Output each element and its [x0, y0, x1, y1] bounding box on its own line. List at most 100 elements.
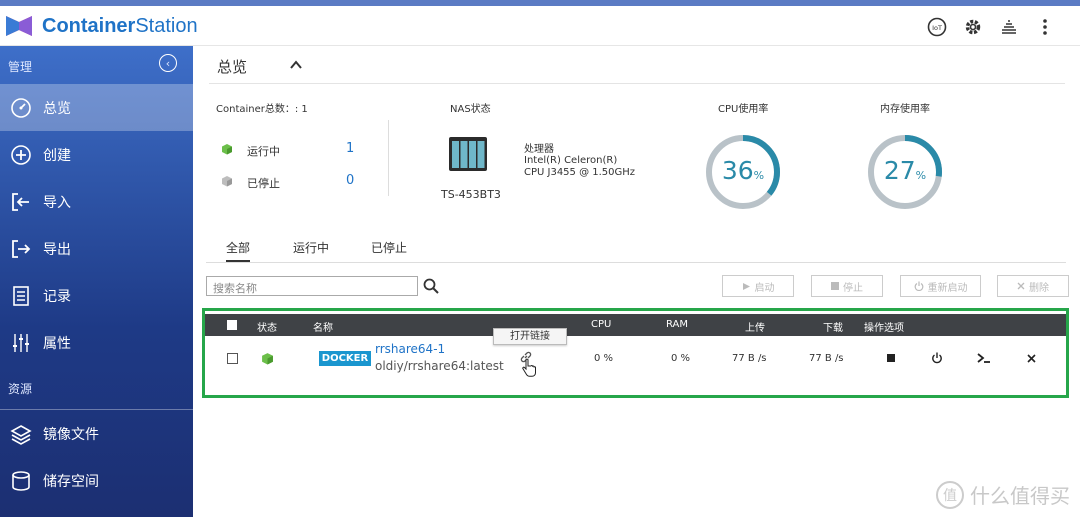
sidebar-item-images[interactable]: 镜像文件: [0, 410, 193, 457]
sidebar-item-label: 镜像文件: [43, 426, 99, 443]
container-table: 状态 名称 CPU RAM 上传 下载 操作选项 DOCKER rrshare6…: [202, 308, 1069, 398]
sidebar-item-overview[interactable]: 总览: [0, 84, 193, 131]
title-row: 总览: [209, 46, 1065, 84]
cpu-usage-gauge: 36%: [703, 132, 783, 212]
watermark-text: 什么值得买: [970, 484, 1070, 508]
processor-label: 处理器: [524, 144, 554, 155]
stop-container-icon[interactable]: [883, 350, 899, 366]
export-icon: [8, 237, 34, 261]
storage-icon: [8, 469, 34, 493]
column-status: 状态: [257, 323, 277, 334]
processor-line1: Intel(R) Celeron(R): [524, 155, 618, 166]
docker-badge: DOCKER: [319, 351, 371, 366]
app-header: ContainerStation IoT: [0, 6, 1080, 46]
nas-device-icon: [449, 137, 487, 171]
sidebar-item-storage[interactable]: 储存空间: [0, 457, 193, 504]
close-icon: [1017, 282, 1025, 290]
delete-button[interactable]: 删除: [997, 275, 1069, 297]
sidebar: 管理 ‹ 总览 创建 导入 导出 记录 属性 资源 镜像文件 储存空间: [0, 46, 193, 517]
processor-line2: CPU J3455 @ 1.50GHz: [524, 167, 636, 178]
stopped-cube-icon: [222, 176, 232, 187]
app-title: ContainerStation: [42, 15, 198, 37]
document-icon: [8, 284, 34, 308]
sidebar-item-properties[interactable]: 属性: [0, 319, 193, 366]
collapse-sidebar-icon[interactable]: ‹: [159, 54, 177, 72]
container-name-link[interactable]: rrshare64-1: [375, 342, 445, 356]
memory-usage-label: 内存使用率: [880, 104, 930, 115]
running-cube-icon: [222, 144, 232, 155]
container-filter-tabs: 全部 运行中 已停止: [206, 239, 1066, 263]
import-icon: [8, 190, 34, 214]
sidebar-section-manage: 管理 ‹: [0, 46, 193, 84]
page-title: 总览: [217, 58, 248, 76]
open-link-tooltip: 打开链接: [493, 328, 567, 345]
search-input[interactable]: 搜索名称: [206, 276, 418, 296]
table-row[interactable]: DOCKER rrshare64-1 oldiy/rrshare64:lates…: [205, 328, 1066, 388]
running-status-icon: [262, 353, 273, 365]
remove-container-icon[interactable]: [1023, 350, 1039, 366]
sidebar-item-logs[interactable]: 记录: [0, 272, 193, 319]
stop-icon: [831, 282, 839, 290]
gear-icon[interactable]: [962, 16, 984, 38]
containerstation-logo-icon: [6, 16, 32, 36]
sidebar-item-create[interactable]: 创建: [0, 131, 193, 178]
column-upload: 上传: [745, 323, 765, 334]
hand-cursor-icon: [522, 358, 536, 377]
watermark: 值 什么值得买: [936, 480, 1070, 509]
chevron-up-icon[interactable]: [289, 58, 303, 72]
more-vertical-icon[interactable]: [1034, 16, 1056, 38]
dashboard-icon: [8, 96, 34, 120]
tab-running[interactable]: 运行中: [293, 239, 329, 260]
tab-stopped[interactable]: 已停止: [371, 239, 407, 260]
select-all-checkbox[interactable]: [227, 320, 237, 330]
restart-container-icon[interactable]: [929, 350, 945, 366]
sidebar-item-label: 总览: [43, 100, 71, 117]
running-label: 运行中: [247, 145, 280, 158]
sidebar-item-label: 创建: [43, 147, 71, 164]
cpu-usage-value: 36%: [721, 156, 765, 185]
sidebar-item-label: 属性: [43, 335, 71, 352]
sidebar-section-resources: 资源: [8, 382, 33, 396]
sidebar-item-label: 储存空间: [43, 473, 99, 490]
stack-icon[interactable]: [998, 16, 1020, 38]
watermark-logo: 值: [936, 480, 964, 509]
ram-value: 0 %: [671, 353, 691, 364]
container-total-label: Container总数：: 1: [216, 104, 308, 115]
column-download: 下载: [823, 323, 843, 334]
sidebar-item-import[interactable]: 导入: [0, 178, 193, 225]
play-icon: [742, 282, 750, 290]
sidebar-item-export[interactable]: 导出: [0, 225, 193, 272]
tab-all[interactable]: 全部: [226, 239, 251, 262]
container-image: oldiy/rrshare64:latest: [375, 359, 504, 373]
search-icon[interactable]: [423, 278, 439, 294]
terminal-icon[interactable]: [976, 350, 992, 366]
column-actions: 操作选项: [864, 323, 904, 334]
plus-circle-icon: [8, 143, 34, 167]
table-header: 状态 名称 CPU RAM 上传 下载 操作选项: [205, 314, 1066, 336]
stopped-count[interactable]: 0: [346, 173, 354, 188]
power-icon: [914, 281, 923, 291]
memory-usage-gauge: 27%: [865, 132, 945, 212]
stop-button[interactable]: 停止: [811, 275, 883, 297]
iot-icon[interactable]: IoT: [926, 16, 948, 38]
column-cpu: CPU: [591, 319, 612, 330]
cpu-usage-label: CPU使用率: [718, 104, 769, 115]
divider: [388, 120, 389, 196]
download-value: 77 B /s: [809, 353, 844, 364]
restart-button[interactable]: 重新启动: [900, 275, 981, 297]
running-count[interactable]: 1: [346, 141, 354, 156]
nas-status-label: NAS状态: [450, 104, 491, 115]
sidebar-item-label: 导入: [43, 194, 71, 211]
main-content: 总览 Container总数：: 1 运行中 1 已停止 0 NAS状态 TS-…: [193, 46, 1080, 517]
row-checkbox[interactable]: [227, 353, 238, 364]
upload-value: 77 B /s: [732, 353, 767, 364]
start-button[interactable]: 启动: [722, 275, 794, 297]
layers-icon: [8, 422, 34, 446]
memory-usage-value: 27%: [883, 156, 927, 185]
nas-model: TS-453BT3: [441, 188, 501, 201]
svg-text:IoT: IoT: [932, 24, 942, 32]
column-ram: RAM: [666, 319, 689, 330]
cpu-value: 0 %: [594, 353, 614, 364]
stopped-label: 已停止: [247, 177, 280, 190]
sliders-icon: [8, 331, 34, 355]
